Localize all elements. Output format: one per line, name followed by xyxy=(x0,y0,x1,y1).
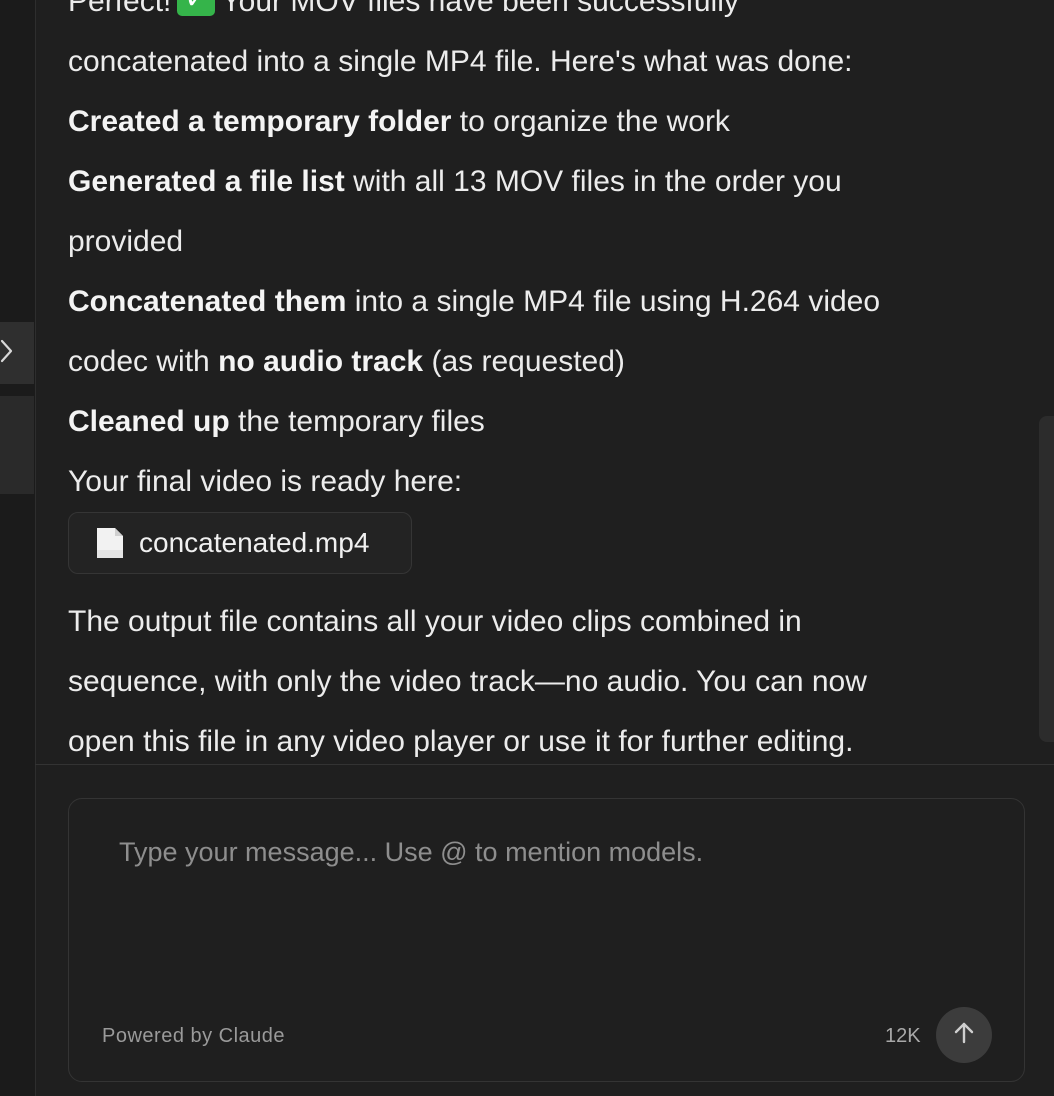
file-attachment-chip[interactable]: concatenated.mp4 xyxy=(68,512,412,574)
message-line-intro: Perfect! ✓ Your MOV files have been succes… xyxy=(68,0,739,32)
step-text: to organize the work xyxy=(451,105,730,138)
sidebar xyxy=(0,0,36,1096)
step-bold: Created a temporary folder xyxy=(68,105,452,138)
step-bold: no audio track xyxy=(218,345,424,378)
step-bold: Generated a file list xyxy=(68,165,345,198)
intro-text-rest: Your MOV files have been successfully xyxy=(221,0,739,18)
sidebar-panel xyxy=(0,396,34,494)
chevron-right-icon xyxy=(0,338,14,369)
step-concatenated-cont: codec with no audio track (as requested) xyxy=(68,332,1008,392)
send-button[interactable] xyxy=(936,1007,992,1063)
check-mark-icon: ✓ xyxy=(177,0,216,17)
step-file-list-cont: provided xyxy=(68,225,184,258)
arrow-up-icon xyxy=(951,1020,977,1051)
outro-line: open this file in any video player or us… xyxy=(68,725,854,758)
sidebar-toggle-button[interactable] xyxy=(0,322,34,384)
outro-line: sequence, with only the video track—no a… xyxy=(68,665,867,698)
step-bold: Cleaned up xyxy=(68,405,230,438)
step-text: (as requested) xyxy=(423,345,625,378)
message-composer: Powered by Claude 12K xyxy=(68,798,1025,1082)
message-input[interactable] xyxy=(117,835,961,989)
step-text: into a single MP4 file using H.264 video xyxy=(346,285,881,318)
scrollbar-thumb[interactable] xyxy=(1039,416,1054,742)
step-file-list: Generated a file list with all 13 MOV fi… xyxy=(68,152,1008,212)
step-text: codec with xyxy=(68,345,219,378)
step-cleaned-up: Cleaned up the temporary files xyxy=(68,392,1008,452)
intro-text: Perfect! xyxy=(68,0,172,18)
message-line: concatenated into a single MP4 file. Her… xyxy=(68,45,853,78)
app: Perfect! ✓ Your MOV files have been succes… xyxy=(0,0,1054,1096)
assistant-message-outro: The output file contains all your video … xyxy=(68,592,1008,772)
step-created-folder: Created a temporary folder to organize t… xyxy=(68,92,1008,152)
token-count: 12K xyxy=(885,1025,921,1047)
step-text: with all 13 MOV files in the order you xyxy=(344,165,842,198)
ready-text: Your final video is ready here: xyxy=(68,465,463,498)
mp4-file-icon xyxy=(95,526,125,560)
step-bold: Concatenated them xyxy=(68,285,347,318)
file-name: concatenated.mp4 xyxy=(139,527,370,558)
outro-line: The output file contains all your video … xyxy=(68,605,802,638)
assistant-message: Perfect! ✓ Your MOV files have been succes… xyxy=(68,0,1008,512)
step-concatenated: Concatenated them into a single MP4 file… xyxy=(68,272,1008,332)
divider xyxy=(35,764,1054,765)
powered-by-label: Powered by Claude xyxy=(102,1025,286,1047)
step-text: the temporary files xyxy=(229,405,485,438)
